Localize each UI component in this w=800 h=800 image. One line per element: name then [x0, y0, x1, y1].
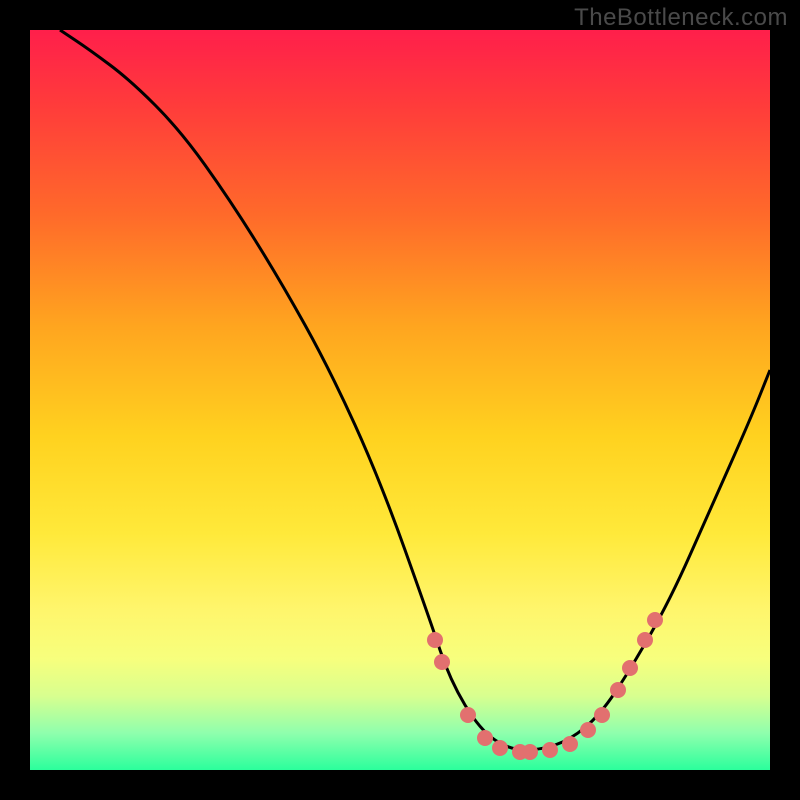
highlight-dots-group — [427, 612, 663, 760]
bottleneck-curve — [60, 30, 770, 750]
curve-svg — [30, 30, 770, 770]
chart-frame: TheBottleneck.com — [0, 0, 800, 800]
highlight-dot — [492, 740, 508, 756]
highlight-dot — [434, 654, 450, 670]
highlight-dot — [562, 736, 578, 752]
highlight-dot — [460, 707, 476, 723]
highlight-dot — [610, 682, 626, 698]
highlight-dot — [542, 742, 558, 758]
highlight-dot — [580, 722, 596, 738]
plot-area — [30, 30, 770, 770]
highlight-dot — [637, 632, 653, 648]
highlight-dot — [622, 660, 638, 676]
highlight-dot — [647, 612, 663, 628]
highlight-dot — [522, 744, 538, 760]
highlight-dot — [477, 730, 493, 746]
watermark-text: TheBottleneck.com — [574, 4, 788, 32]
highlight-dot — [594, 707, 610, 723]
highlight-dot — [427, 632, 443, 648]
